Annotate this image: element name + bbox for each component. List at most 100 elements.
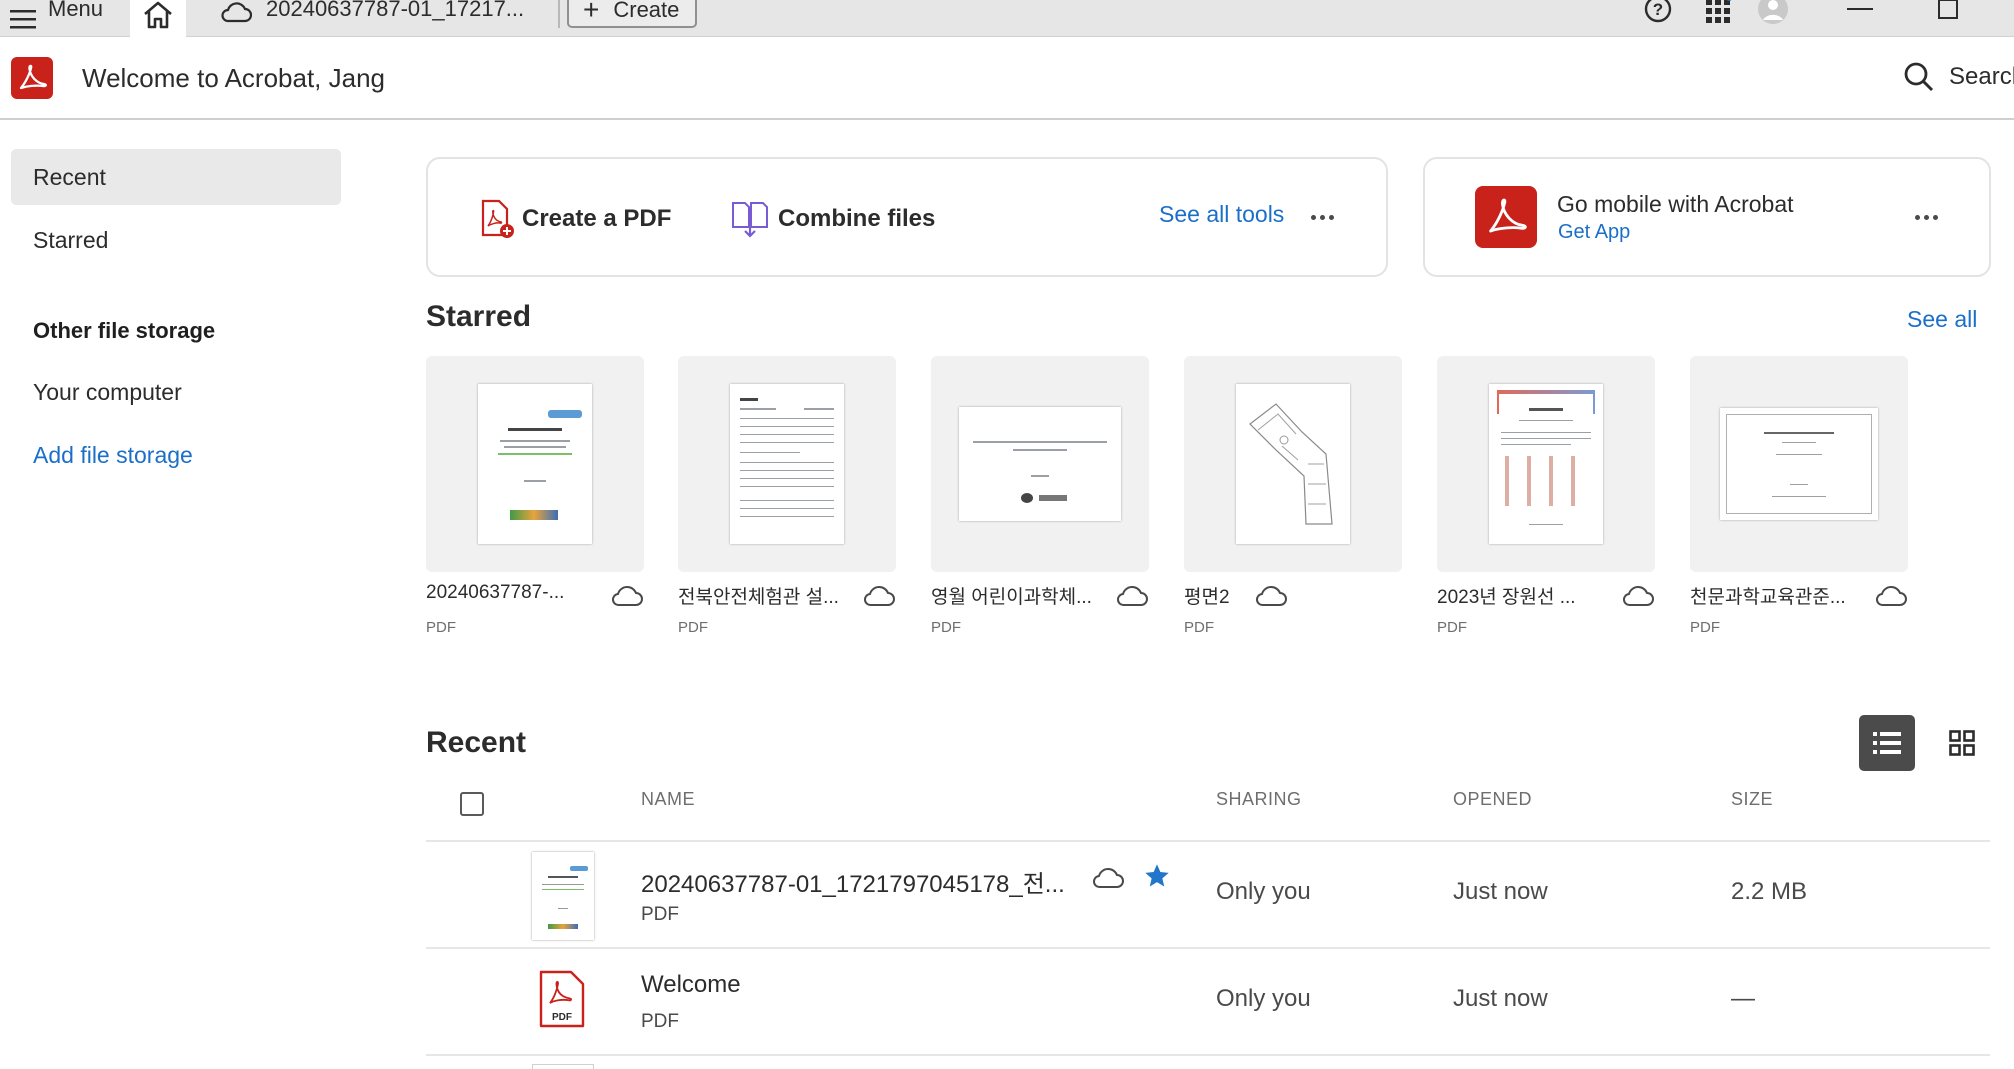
file-type: PDF	[1184, 619, 1214, 636]
file-thumbnail	[931, 356, 1149, 572]
apps-button[interactable]	[1700, 0, 1736, 24]
create-pdf-label: Create a PDF	[522, 205, 672, 232]
file-thumbnail	[678, 356, 896, 572]
tools-more-button[interactable]	[1311, 215, 1334, 220]
apps-grid-icon	[1706, 0, 1732, 23]
recent-title: Recent	[426, 726, 527, 759]
document-tab-label: 20240637787-01_17217...	[266, 0, 525, 21]
cloud-icon	[1117, 586, 1148, 606]
column-header-size[interactable]: SIZE	[1731, 789, 1773, 810]
starred-tile[interactable]: 영월 어린이과학체... PDF	[931, 356, 1149, 636]
file-name: 20240637787-01_1721797045178_전...	[641, 871, 1065, 898]
file-name: 전북안전체험관 설...	[678, 587, 839, 608]
acrobat-icon	[19, 64, 47, 90]
grid-view-icon	[1949, 730, 1975, 756]
file-thumbnail	[1690, 356, 1908, 572]
menu-label: Menu	[48, 0, 104, 21]
list-view-icon	[1873, 732, 1901, 754]
sidebar-item-label: Add file storage	[33, 441, 193, 468]
file-thumbnail	[532, 852, 594, 940]
add-file-storage-link[interactable]: Add file storage	[11, 427, 341, 483]
starred-tile[interactable]: 2023년 장원선 ... PDF	[1437, 356, 1655, 636]
home-tab[interactable]	[130, 0, 186, 37]
grid-view-button[interactable]	[1934, 715, 1990, 771]
welcome-title: Welcome to Acrobat, Jang	[82, 63, 386, 93]
table-row[interactable]: PDF Welcome PDF Only you Just now —	[426, 947, 1990, 1054]
hamburger-icon	[10, 9, 36, 28]
column-header-sharing[interactable]: SHARING	[1216, 789, 1302, 810]
table-row[interactable]: 20240637787-01_1721797045178_전... PDF On…	[426, 840, 1990, 947]
starred-tile[interactable]: 평면2 PDF	[1184, 356, 1402, 636]
combine-files-icon	[732, 202, 768, 238]
star-icon[interactable]	[1143, 862, 1171, 890]
create-button[interactable]: + Create	[567, 0, 697, 28]
column-header-name[interactable]: NAME	[641, 789, 695, 810]
plus-icon: +	[583, 0, 600, 25]
file-type: PDF	[931, 619, 961, 636]
select-all-checkbox[interactable]	[460, 792, 484, 816]
file-name: 천문과학교육관준...	[1690, 587, 1846, 608]
file-type: PDF	[1690, 619, 1720, 636]
starred-title: Starred	[426, 300, 532, 333]
file-type: PDF	[641, 904, 679, 925]
sidebar-item-recent[interactable]: Recent	[11, 149, 341, 205]
minimize-button[interactable]	[1840, 0, 1880, 24]
tools-card: Create a PDF Combine files See all tools	[426, 157, 1388, 277]
create-pdf-icon	[481, 199, 514, 238]
table-row[interactable]	[426, 1054, 1990, 1069]
sidebar-item-starred[interactable]: Starred	[11, 212, 341, 268]
file-name: 2023년 장원선 ...	[1437, 587, 1576, 608]
search-icon	[1904, 62, 1934, 92]
acrobat-icon	[1489, 198, 1527, 233]
file-type: PDF	[1437, 619, 1467, 636]
size-cell: —	[1731, 985, 1755, 1012]
home-icon	[144, 1, 172, 28]
cloud-icon	[1093, 868, 1124, 888]
starred-tile[interactable]: 20240637787-... PDF	[426, 356, 644, 636]
mobile-promo-title: Go mobile with Acrobat	[1557, 191, 1794, 217]
sidebar-item-label: Starred	[33, 226, 109, 253]
tab-bar: Menu 20240637787-01_17217... + Create ?	[0, 0, 2014, 37]
pdf-badge: PDF	[552, 1012, 572, 1023]
menu-button[interactable]: Menu	[10, 0, 103, 37]
cloud-icon	[1256, 586, 1287, 606]
starred-tile[interactable]: 천문과학교육관준... PDF	[1690, 356, 1908, 636]
opened-cell: Just now	[1453, 985, 1548, 1012]
file-name: 영월 어린이과학체...	[931, 587, 1092, 608]
column-header-opened[interactable]: OPENED	[1453, 789, 1532, 810]
help-button[interactable]: ?	[1640, 0, 1676, 24]
sidebar: Recent Starred Other file storage Your c…	[0, 122, 360, 1069]
document-tab[interactable]: 20240637787-01_17217...	[220, 0, 524, 37]
cloud-icon	[864, 586, 895, 606]
avatar-icon	[1758, 0, 1788, 24]
list-view-button[interactable]	[1859, 715, 1915, 771]
pdf-file-icon: PDF	[538, 969, 586, 1034]
help-icon: ?	[1644, 0, 1672, 23]
file-thumbnail	[1437, 356, 1655, 572]
opened-cell: Just now	[1453, 878, 1548, 905]
other-storage-heading: Other file storage	[33, 318, 216, 343]
see-all-starred-link[interactable]: See all	[1907, 306, 1977, 333]
see-all-tools-link[interactable]: See all tools	[1159, 201, 1284, 228]
search-button[interactable]: Search	[1903, 61, 2014, 93]
sharing-cell: Only you	[1216, 878, 1311, 905]
mobile-more-button[interactable]	[1915, 215, 1938, 220]
starred-tile[interactable]: 전북안전체험관 설... PDF	[678, 356, 896, 636]
file-name: Welcome	[641, 971, 741, 998]
combine-files-label: Combine files	[778, 205, 936, 232]
sidebar-item-label: Your computer	[33, 378, 182, 405]
account-avatar[interactable]	[1755, 0, 1791, 24]
acrobat-app-logo	[1475, 186, 1537, 248]
file-name: 20240637787-...	[426, 582, 565, 603]
get-app-link[interactable]: Get App	[1558, 221, 1630, 244]
sidebar-item-your-computer[interactable]: Your computer	[11, 364, 341, 420]
create-pdf-tool[interactable]: Create a PDF	[480, 199, 671, 239]
mobile-promo-card: Go mobile with Acrobat Get App	[1423, 157, 1991, 277]
cloud-icon	[1876, 586, 1907, 606]
maximize-button[interactable]	[1928, 0, 1968, 24]
combine-files-tool[interactable]: Combine files	[730, 199, 935, 239]
sidebar-item-label: Recent	[33, 163, 106, 190]
cloud-icon	[221, 1, 252, 22]
file-thumbnail	[532, 1064, 594, 1069]
file-type: PDF	[678, 619, 708, 636]
